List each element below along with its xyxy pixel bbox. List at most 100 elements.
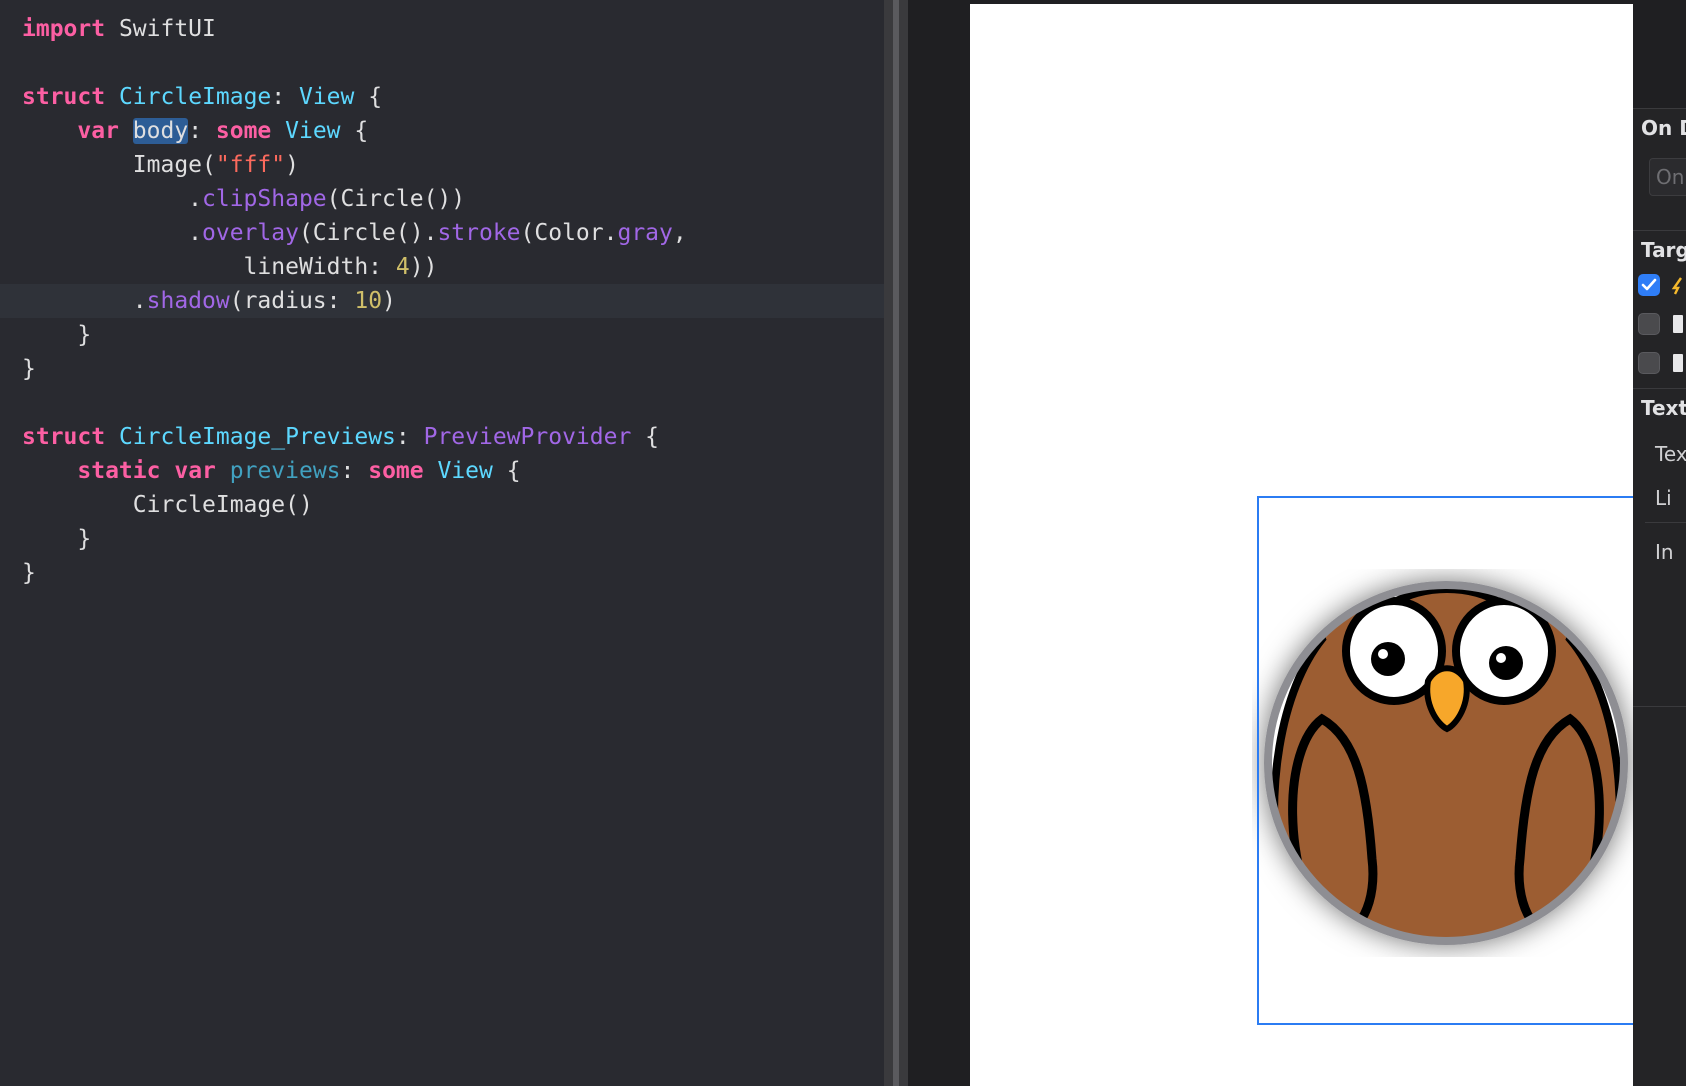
on-demand-input[interactable]: On [1649, 158, 1686, 196]
app-target-icon [1671, 277, 1682, 295]
target-checkbox-3[interactable] [1638, 352, 1660, 374]
code-line[interactable]: CircleImage() [0, 488, 884, 522]
code-line[interactable]: import SwiftUI [0, 12, 884, 46]
test-target-icon [1673, 315, 1683, 333]
code-token: ) [382, 288, 396, 314]
code-text: CircleImage() [22, 488, 313, 522]
inspector-divider [1633, 706, 1686, 707]
code-token: : [395, 424, 424, 450]
code-token: { [631, 424, 660, 450]
code-token: shadow [146, 288, 230, 314]
editor-canvas-splitter[interactable] [884, 0, 908, 1086]
checkmark-icon [1641, 278, 1657, 291]
code-text: var body: some View { [22, 114, 368, 148]
preview-canvas[interactable] [908, 0, 1635, 1086]
code-token: stroke [437, 220, 521, 246]
code-token: } [22, 356, 36, 382]
attributes-inspector: On D On Targ Text Tex Li In [1633, 0, 1686, 1086]
code-token: import [22, 16, 106, 42]
indent-using-label: In [1655, 540, 1674, 564]
code-token: CircleImage [118, 84, 272, 110]
code-token: previews [229, 458, 341, 484]
code-line[interactable]: .overlay(Circle().stroke(Color.gray, [0, 216, 884, 250]
target-membership-header: Targ [1641, 238, 1686, 262]
code-line[interactable]: struct CircleImage: View { [0, 80, 884, 114]
code-text: static var previews: some View { [22, 454, 521, 488]
code-token: CircleImage_Previews [118, 424, 396, 450]
code-token: clipShape [202, 186, 327, 212]
code-text: struct CircleImage_Previews: PreviewProv… [22, 420, 659, 454]
code-token: Image( [22, 152, 216, 178]
code-token: lineWidth: [22, 254, 396, 280]
code-token: struct [22, 424, 106, 450]
code-token: , [672, 220, 687, 246]
code-text: } [22, 556, 36, 590]
selected-token: body [132, 118, 189, 144]
splitter-groove [893, 0, 899, 1086]
code-line[interactable] [0, 386, 884, 420]
code-token: { [492, 458, 521, 484]
code-token: struct [22, 84, 106, 110]
code-text: Image("fff") [22, 148, 299, 182]
code-token: )) [409, 254, 438, 280]
code-text: .shadow(radius: 10) [22, 284, 396, 318]
inspector-divider [1633, 108, 1686, 109]
code-token: { [354, 84, 383, 110]
code-text: .overlay(Circle().stroke(Color.gray, [22, 216, 687, 250]
on-demand-header: On D [1641, 116, 1686, 140]
code-line[interactable]: } [0, 318, 884, 352]
code-token: overlay [202, 220, 299, 246]
on-demand-placeholder: On [1656, 165, 1685, 189]
code-text: } [22, 318, 91, 352]
inspector-divider [1645, 522, 1686, 523]
text-encoding-label: Tex [1655, 442, 1686, 466]
code-token: . [22, 186, 203, 212]
code-line[interactable]: } [0, 522, 884, 556]
text-settings-header: Text [1641, 396, 1686, 420]
code-line[interactable]: lineWidth: 4)) [0, 250, 884, 284]
code-token: . [22, 288, 147, 314]
code-line[interactable] [0, 46, 884, 80]
code-token: : [188, 118, 216, 144]
code-token: ) [285, 152, 299, 178]
target-checkbox-1[interactable] [1638, 274, 1660, 296]
code-token: "fff" [215, 152, 286, 178]
code-token: SwiftUI [105, 16, 216, 42]
code-line[interactable]: Image("fff") [0, 148, 884, 182]
code-text: } [22, 352, 36, 386]
code-token: some [215, 118, 272, 144]
code-token: (Circle(). [298, 220, 438, 246]
code-line[interactable]: var body: some View { [0, 114, 884, 148]
code-token: gray [617, 220, 673, 246]
code-text: struct CircleImage: View { [22, 80, 382, 114]
code-editor[interactable]: import SwiftUI struct CircleImage: View {… [0, 0, 884, 1086]
code-token: : [340, 458, 369, 484]
code-line[interactable]: .clipShape(Circle()) [0, 182, 884, 216]
code-token: 10 [354, 288, 383, 314]
code-line[interactable]: } [0, 556, 884, 590]
code-token: PreviewProvider [423, 424, 632, 450]
code-line[interactable]: struct CircleImage_Previews: PreviewProv… [0, 420, 884, 454]
inspector-divider [1633, 388, 1686, 389]
code-line-current[interactable]: .shadow(radius: 10) [0, 284, 884, 318]
target-checkbox-2[interactable] [1638, 313, 1660, 335]
code-token: } [22, 560, 36, 586]
inspector-divider [1633, 230, 1686, 231]
code-token: (radius: [229, 288, 355, 314]
code-token: View [285, 118, 341, 144]
code-token: CircleImage() [22, 492, 313, 518]
code-token: { [340, 118, 369, 144]
code-token: View [298, 84, 355, 110]
code-line[interactable]: } [0, 352, 884, 386]
code-line[interactable]: static var previews: some View { [0, 454, 884, 488]
code-text: import SwiftUI [22, 12, 216, 46]
line-endings-label: Li [1655, 486, 1672, 510]
inspector-top-gap [1633, 0, 1686, 108]
selection-bounding-box [1257, 496, 1635, 1025]
